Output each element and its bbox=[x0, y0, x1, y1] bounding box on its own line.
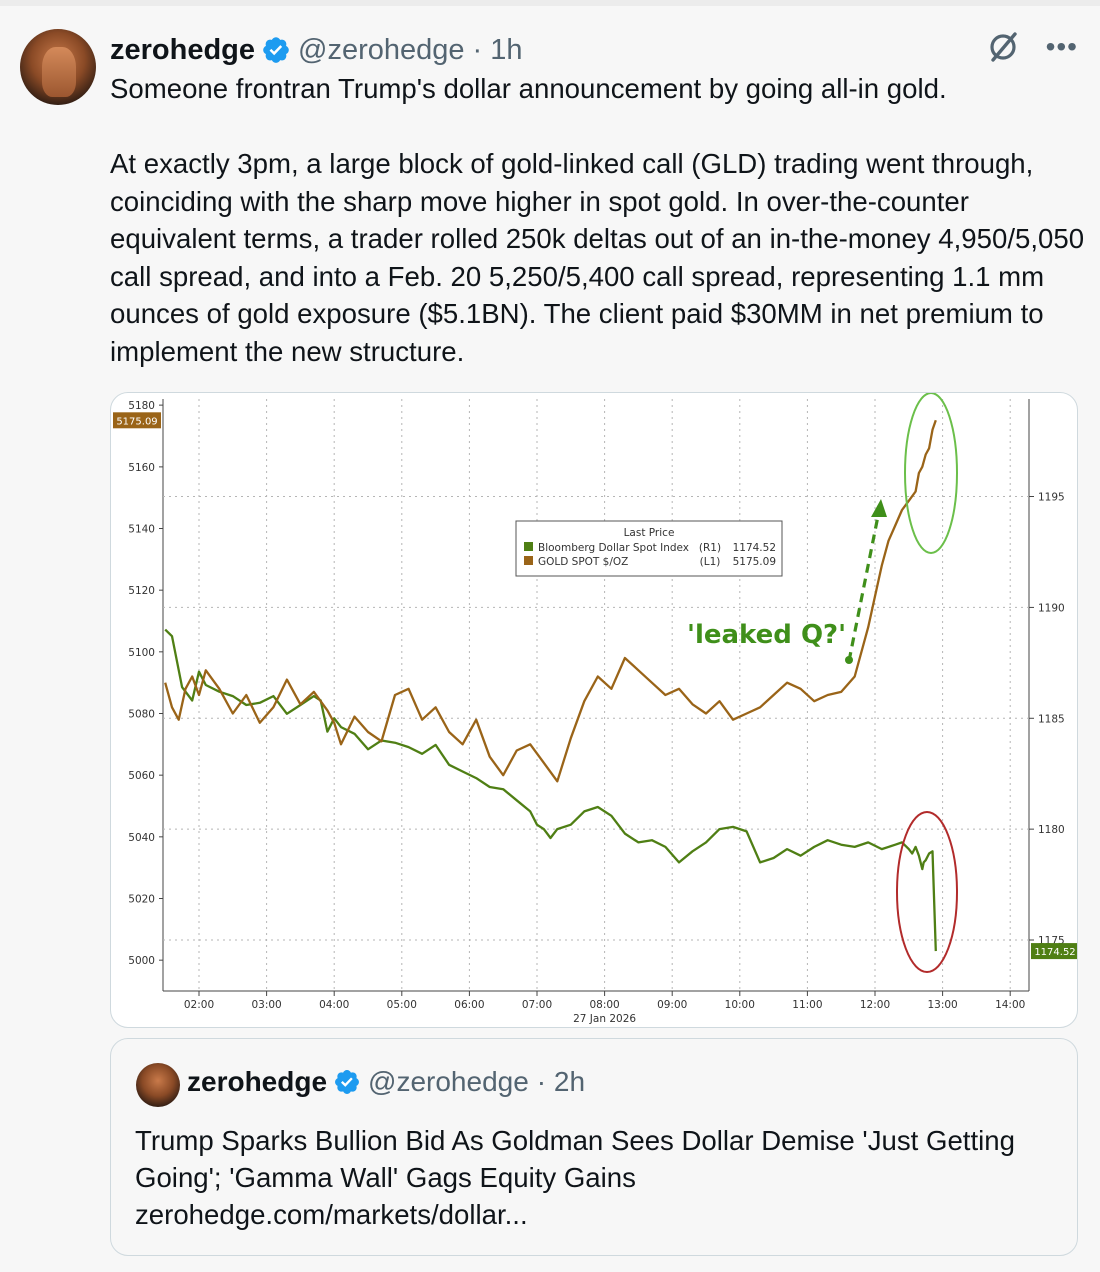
right-tick-label: 1190 bbox=[1038, 602, 1065, 614]
quote-text-line1: Trump Sparks Bullion Bid As Goldman Sees… bbox=[135, 1125, 1015, 1156]
legend-series-axis: (R1) bbox=[699, 542, 721, 554]
legend-series-axis: (L1) bbox=[700, 556, 721, 568]
legend-series-value: 5175.09 bbox=[733, 556, 776, 568]
left-tick-label: 5180 bbox=[128, 400, 155, 412]
legend-title: Last Price bbox=[624, 527, 675, 539]
grok-icon[interactable] bbox=[986, 30, 1020, 64]
quote-timestamp: · 2h bbox=[536, 1066, 586, 1097]
x-tick-label: 09:00 bbox=[657, 999, 687, 1011]
gold-spot-series-line bbox=[164, 419, 937, 783]
verified-badge-icon bbox=[335, 1070, 359, 1094]
avatar[interactable] bbox=[20, 29, 96, 105]
tweet-text-line1: Someone frontran Trump's dollar announce… bbox=[110, 73, 947, 104]
author-handle[interactable]: @zerohedge bbox=[298, 34, 465, 67]
left-tick-label: 5060 bbox=[128, 770, 155, 782]
author-name[interactable]: zerohedge bbox=[110, 34, 255, 67]
top-divider bbox=[0, 0, 1100, 6]
tweet-header: zerohedge @zerohedge · 1h bbox=[110, 30, 523, 70]
x-tick-label: 03:00 bbox=[251, 999, 281, 1011]
verified-badge-icon bbox=[263, 37, 289, 63]
x-date-label: 27 Jan 2026 bbox=[573, 1013, 636, 1025]
quote-text-line2: Going'; 'Gamma Wall' Gags Equity Gains bbox=[135, 1162, 636, 1193]
legend-swatch bbox=[524, 542, 533, 551]
left-tick-label: 5100 bbox=[128, 647, 155, 659]
x-tick-label: 04:00 bbox=[319, 999, 349, 1011]
quote-text: Trump Sparks Bullion Bid As Goldman Sees… bbox=[135, 1122, 1065, 1233]
dollar-last-label: 1174.52 bbox=[1034, 947, 1075, 958]
x-tick-label: 08:00 bbox=[589, 999, 619, 1011]
quote-author-handle: @zerohedge bbox=[368, 1066, 529, 1097]
left-tick-label: 5000 bbox=[128, 955, 155, 967]
x-tick-label: 10:00 bbox=[725, 999, 755, 1011]
legend-series-name: Bloomberg Dollar Spot Index bbox=[538, 542, 689, 554]
left-tick-label: 5040 bbox=[128, 832, 155, 844]
x-tick-label: 06:00 bbox=[454, 999, 484, 1011]
left-tick-label: 5160 bbox=[128, 462, 155, 474]
header-actions: ••• bbox=[986, 30, 1078, 64]
gold-last-label: 5175.09 bbox=[116, 416, 157, 427]
left-tick-label: 5120 bbox=[128, 585, 155, 597]
x-tick-label: 13:00 bbox=[927, 999, 957, 1011]
annotation-arrow-dot bbox=[845, 656, 853, 664]
x-tick-label: 12:00 bbox=[860, 999, 890, 1011]
tweet-text: Someone frontran Trump's dollar announce… bbox=[110, 70, 1090, 370]
legend-series-name: GOLD SPOT $/OZ bbox=[538, 556, 628, 568]
chart-svg: 02:00 03:00 04:00 05:00 06:00 07:00 08:00 09:00… bbox=[113, 393, 1077, 1025]
quote-avatar bbox=[136, 1063, 180, 1107]
legend-swatch bbox=[524, 556, 533, 565]
legend-series-value: 1174.52 bbox=[733, 542, 776, 554]
left-tick-label: 5080 bbox=[128, 709, 155, 721]
left-tick-label: 5140 bbox=[128, 524, 155, 536]
gold-spike-highlight-circle bbox=[904, 393, 958, 554]
x-tick-label: 14:00 bbox=[995, 999, 1025, 1011]
right-tick-label: 1180 bbox=[1038, 824, 1065, 836]
left-tick-label: 5020 bbox=[128, 894, 155, 906]
dollar-drop-highlight-circle bbox=[896, 811, 958, 973]
quote-header: zerohedge @zerohedge · 2h bbox=[187, 1066, 585, 1098]
dollar-index-series-line bbox=[164, 628, 937, 952]
x-tick-label: 02:00 bbox=[184, 999, 214, 1011]
x-tick-label: 05:00 bbox=[387, 999, 417, 1011]
more-icon[interactable]: ••• bbox=[1046, 32, 1078, 62]
quoted-tweet[interactable]: zerohedge @zerohedge · 2h Trump Sparks B… bbox=[110, 1038, 1078, 1256]
right-tick-label: 1185 bbox=[1038, 713, 1065, 725]
quote-link[interactable]: zerohedge.com/markets/dollar... bbox=[135, 1196, 1065, 1233]
x-tick-label: 07:00 bbox=[522, 999, 552, 1011]
chart-image[interactable]: 02:00 03:00 04:00 05:00 06:00 07:00 08:00 09:00… bbox=[110, 392, 1078, 1028]
annotation-label: 'leaked Q?' bbox=[687, 620, 846, 650]
x-tick-label: 11:00 bbox=[792, 999, 822, 1011]
annotation-arrowhead bbox=[871, 499, 887, 517]
timestamp[interactable]: · 1h bbox=[473, 34, 523, 67]
right-tick-label: 1195 bbox=[1038, 492, 1065, 504]
quote-author-name: zerohedge bbox=[187, 1066, 328, 1097]
tweet-text-paragraph2: At exactly 3pm, a large block of gold-li… bbox=[110, 148, 1085, 367]
